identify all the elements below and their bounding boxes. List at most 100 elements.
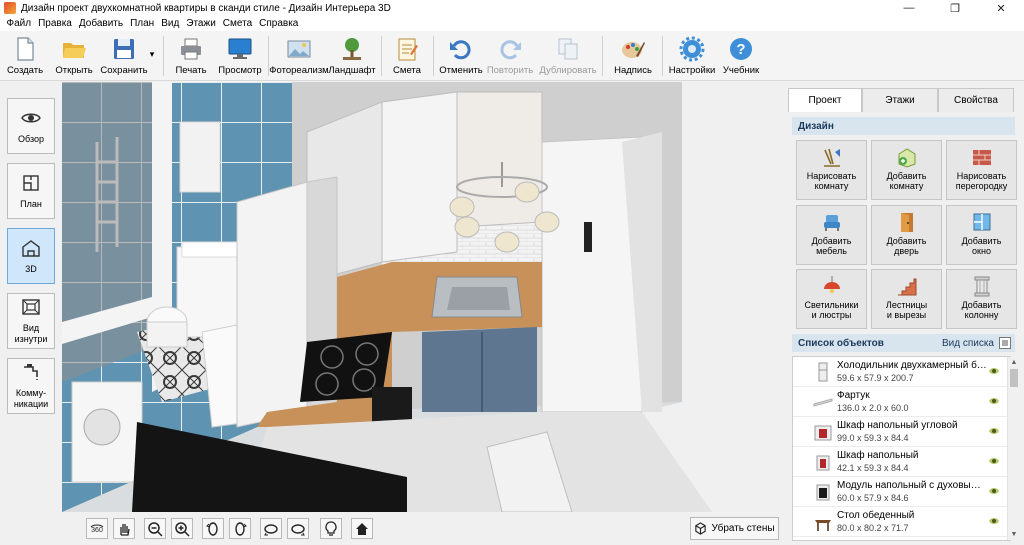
visibility-eye-icon[interactable] — [988, 396, 1000, 406]
plan-button[interactable]: План — [7, 163, 55, 219]
rotate-360-button[interactable]: 360 — [86, 518, 108, 539]
fridge-thumbnail-icon — [818, 362, 828, 382]
visibility-eye-icon[interactable] — [988, 426, 1000, 436]
dining-table-thumbnail-icon — [815, 520, 831, 531]
pan-button[interactable] — [113, 518, 135, 539]
list-item[interactable]: Шкаф напольный угловой 99.0 x 59.3 x 84.… — [793, 417, 1010, 447]
brick-wall-icon — [972, 150, 991, 165]
notepad-icon — [398, 38, 418, 61]
minimize-button[interactable]: — — [886, 0, 932, 16]
floor-plan-icon — [23, 174, 39, 191]
preview-button[interactable]: Просмотр — [218, 33, 262, 79]
add-window-button[interactable]: Добавить окно — [946, 205, 1017, 265]
visibility-eye-icon[interactable] — [988, 456, 1000, 466]
menu-plan[interactable]: План — [127, 18, 158, 29]
zoom-in-button[interactable] — [171, 518, 193, 539]
visibility-eye-icon[interactable] — [988, 516, 1000, 526]
draw-room-icon — [823, 148, 840, 167]
visibility-eye-icon[interactable] — [988, 486, 1000, 496]
menu-floors[interactable]: Этажи — [183, 18, 220, 29]
backsplash-thumbnail-icon — [813, 398, 833, 407]
add-furniture-button[interactable]: Добавить мебель — [796, 205, 867, 265]
communications-button[interactable]: Комму- никации — [7, 358, 55, 414]
add-room-button[interactable]: Добавить комнату — [871, 140, 942, 200]
3d-viewport[interactable] — [62, 82, 787, 512]
rotate-left-button[interactable] — [202, 518, 224, 539]
add-door-button[interactable]: Добавить дверь — [871, 205, 942, 265]
title-bar: Дизайн проект двухкомнатной квартиры в с… — [0, 0, 1024, 16]
visibility-eye-icon[interactable] — [988, 366, 1000, 376]
panel-tabs: Проект Этажи Свойства — [788, 88, 1016, 112]
scroll-up-icon[interactable]: ▲ — [1008, 357, 1020, 368]
menu-file[interactable]: Файл — [3, 18, 35, 29]
kitchen-3d-scene — [62, 82, 787, 512]
list-item[interactable]: Стол обеденный 80.0 x 80.2 x 71.7 — [793, 507, 1010, 537]
undo-icon — [450, 40, 471, 60]
list-view-icon — [999, 337, 1011, 349]
close-button[interactable]: ✕ — [978, 0, 1024, 16]
caption-button[interactable]: Надпись — [612, 33, 654, 79]
menu-view[interactable]: Вид — [158, 18, 183, 29]
stairs-button[interactable]: Лестницы и вырезы — [871, 269, 942, 329]
svg-text:360: 360 — [91, 527, 103, 534]
tilt-up-button[interactable] — [260, 518, 282, 539]
tilt-down-button[interactable] — [287, 518, 309, 539]
settings-button[interactable]: Настройки — [668, 33, 716, 79]
lighting-button[interactable] — [320, 518, 342, 539]
add-column-button[interactable]: Добавить колонну — [946, 269, 1017, 329]
estimate-button[interactable]: Смета — [388, 33, 426, 79]
menu-edit[interactable]: Правка — [35, 18, 76, 29]
app-icon — [4, 2, 16, 14]
print-button[interactable]: Печать — [172, 33, 210, 79]
home-view-button[interactable] — [351, 518, 373, 539]
3d-view-button[interactable]: 3D — [7, 228, 55, 284]
folder-open-icon — [63, 43, 86, 58]
remove-walls-button[interactable]: Убрать стены — [690, 517, 779, 540]
gear-icon — [679, 36, 705, 62]
tab-floors[interactable]: Этажи — [862, 88, 938, 112]
menu-add[interactable]: Добавить — [75, 18, 126, 29]
overview-button[interactable]: Обзор — [7, 98, 55, 154]
scroll-down-icon[interactable]: ▼ — [1008, 529, 1020, 540]
tutorial-button[interactable]: ? Учебник — [721, 33, 761, 79]
list-item[interactable]: Шкаф напольный 42.1 x 59.3 x 84.4 — [793, 447, 1010, 477]
floppy-disk-icon — [114, 39, 134, 59]
landscape-button[interactable]: Ландшафт — [328, 33, 376, 79]
list-view-toggle[interactable]: Вид списка — [942, 334, 1011, 352]
new-document-icon — [17, 37, 34, 61]
paint-palette-icon — [622, 42, 645, 58]
duplicate-button[interactable]: Дублировать — [537, 33, 599, 79]
open-button[interactable]: Открыть — [54, 33, 94, 79]
armchair-icon — [823, 215, 840, 231]
save-dropdown-arrow[interactable]: ▾ — [147, 49, 157, 63]
floor-cabinet-thumbnail-icon — [816, 455, 830, 471]
save-button[interactable]: Сохранить — [99, 33, 149, 79]
add-room-icon — [898, 148, 915, 168]
create-button[interactable]: Создать — [4, 33, 46, 79]
maximize-button[interactable]: ❐ — [932, 0, 978, 16]
scrollbar-thumb[interactable] — [1010, 369, 1018, 387]
right-panel: Проект Этажи Свойства Дизайн Нарисовать … — [788, 82, 1024, 545]
faucet-icon — [24, 364, 38, 380]
redo-button[interactable]: Повторить — [487, 33, 533, 79]
lights-button[interactable]: Светильники и люстры — [796, 269, 867, 329]
object-list-scrollbar[interactable]: ▲ ▼ — [1007, 357, 1019, 540]
rotate-left-icon — [206, 521, 218, 536]
photorealism-button[interactable]: Фотореализм — [269, 33, 329, 79]
tab-project[interactable]: Проект — [788, 88, 862, 112]
list-item[interactable]: Фартук 136.0 x 2.0 x 60.0 — [793, 387, 1010, 417]
draw-partition-button[interactable]: Нарисовать перегородку — [946, 140, 1017, 200]
tree-icon — [343, 38, 361, 60]
tab-properties[interactable]: Свойства — [938, 88, 1014, 112]
menu-help[interactable]: Справка — [256, 18, 302, 29]
draw-room-button[interactable]: Нарисовать комнату — [796, 140, 867, 200]
list-item[interactable]: Модуль напольный с духовым ... 60.0 x 57… — [793, 477, 1010, 507]
zoom-out-button[interactable] — [144, 518, 166, 539]
list-item[interactable]: Холодильник двухкамерный бе... 59.6 x 57… — [793, 357, 1010, 387]
menu-estimate[interactable]: Смета — [219, 18, 255, 29]
objects-section-header: Список объектов Вид списка — [792, 334, 1015, 352]
inside-view-button[interactable]: Вид изнутри — [7, 293, 55, 349]
design-section-header: Дизайн — [792, 117, 1015, 135]
rotate-right-button[interactable] — [229, 518, 251, 539]
undo-button[interactable]: Отменить — [438, 33, 484, 79]
